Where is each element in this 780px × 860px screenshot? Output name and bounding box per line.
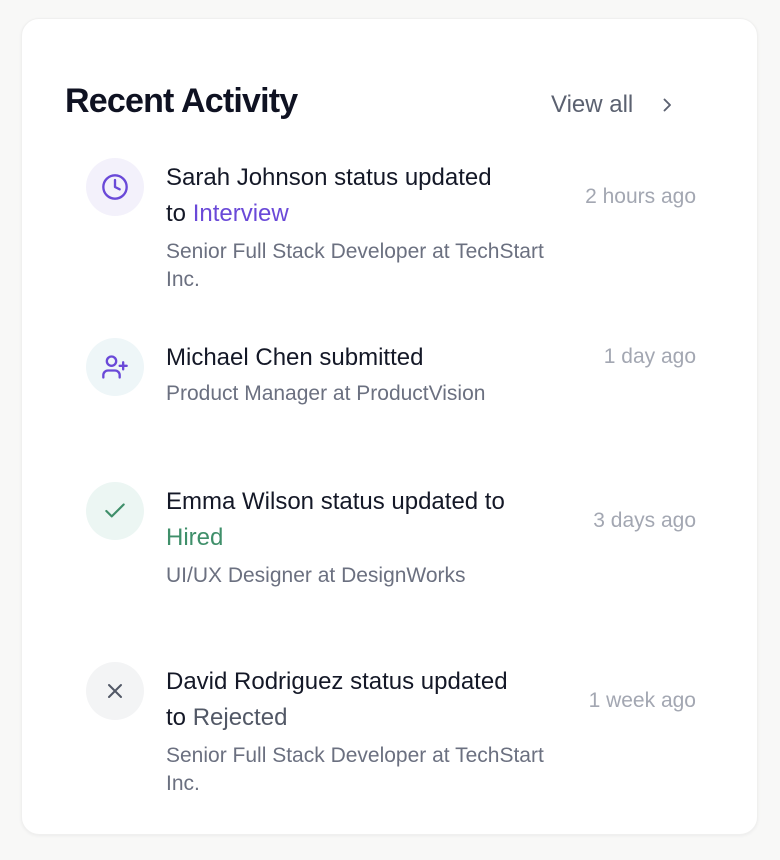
activity-time: 1 day ago xyxy=(603,345,696,368)
activity-subtitle: Product Manager at ProductVision xyxy=(166,382,486,405)
activity-item[interactable]: David Rodriguez status updated to Reject… xyxy=(86,662,696,795)
activity-time: 2 hours ago xyxy=(585,185,696,208)
activity-time: 3 days ago xyxy=(593,509,696,532)
view-all-label: View all xyxy=(551,91,634,118)
activity-title: David Rodriguez status updated to Reject… xyxy=(166,664,566,736)
user-plus-icon xyxy=(86,338,144,396)
activity-item[interactable]: Emma Wilson status updated to Hired UI/U… xyxy=(86,482,696,592)
status-value: Hired xyxy=(166,524,224,551)
activity-subtitle: Senior Full Stack Developer at TechStart… xyxy=(166,240,544,291)
activity-connector: to xyxy=(166,200,187,227)
x-icon xyxy=(86,662,144,720)
activity-item[interactable]: Sarah Johnson status updated to Intervie… xyxy=(86,158,696,291)
view-all-link[interactable]: View all xyxy=(551,87,675,123)
chevron-right-icon xyxy=(659,97,675,113)
activity-title: Sarah Johnson status updated to Intervie… xyxy=(166,160,566,232)
activity-subtitle: Senior Full Stack Developer at TechStart… xyxy=(166,744,544,795)
activity-title: Emma Wilson status updated to Hired xyxy=(166,484,566,556)
clock-icon xyxy=(86,158,144,216)
recent-activity-card: Recent Activity View all Sarah Johnson s… xyxy=(21,18,758,835)
status-value: Rejected xyxy=(192,704,288,731)
activity-text: David Rodriguez status updated xyxy=(166,668,508,695)
activity-text: Sarah Johnson status updated xyxy=(166,164,492,191)
activity-connector: to xyxy=(166,704,187,731)
activity-title: Michael Chen submitted xyxy=(166,340,566,376)
activity-subtitle: UI/UX Designer at DesignWorks xyxy=(166,564,466,587)
status-value: Interview xyxy=(192,200,289,227)
activity-text: Emma Wilson status updated to xyxy=(166,488,505,515)
activity-item[interactable]: Michael Chen submitted Product Manager a… xyxy=(86,338,696,418)
activity-time: 1 week ago xyxy=(588,689,696,712)
check-icon xyxy=(86,482,144,540)
activity-text: Michael Chen submitted xyxy=(166,344,424,371)
card-title: Recent Activity xyxy=(65,82,298,120)
